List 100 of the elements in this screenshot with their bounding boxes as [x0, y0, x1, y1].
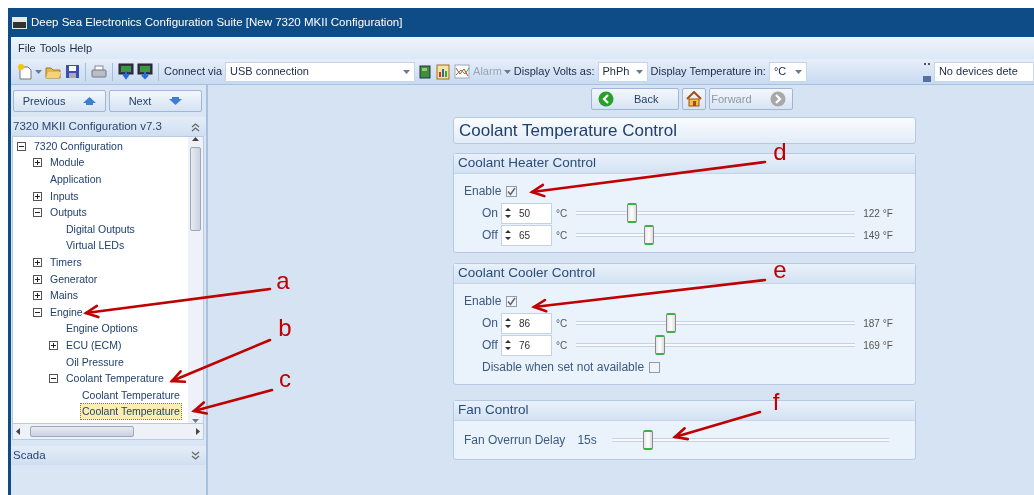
tree-item[interactable]: Application	[48, 171, 104, 188]
checkbox[interactable]	[506, 185, 518, 197]
chart-icon[interactable]	[454, 64, 471, 79]
arrow-left-icon	[598, 91, 614, 107]
fahrenheit-reading: 122 °F	[863, 206, 893, 221]
tree-item[interactable]: Module	[48, 154, 87, 172]
tree-item[interactable]: Engine	[48, 303, 85, 321]
collapse-toggle-icon[interactable]	[33, 307, 42, 317]
connect-via-label: Connect via	[164, 64, 223, 80]
spin-arrows-icon	[505, 207, 511, 219]
collapse-toggle-icon[interactable]	[17, 141, 26, 151]
number-spinner[interactable]: 86	[501, 312, 552, 334]
expand-toggle-icon[interactable]	[33, 191, 42, 201]
setpoint-label: Off	[482, 337, 499, 354]
number-spinner[interactable]: 50	[501, 202, 552, 224]
print-icon[interactable]	[91, 64, 107, 79]
collapse-toggle-icon[interactable]	[49, 374, 58, 384]
menu-item[interactable]: Tools	[39, 39, 66, 57]
volts-dropdown[interactable]: PhPh	[597, 61, 648, 82]
page-title: Coolant Temperature Control	[453, 117, 916, 144]
home-icon	[685, 91, 702, 107]
new-document-icon[interactable]	[18, 63, 32, 80]
tree-item[interactable]: Coolant Temperature	[80, 403, 182, 421]
checkbox-label: Enable	[464, 293, 502, 310]
expand-toggle-icon[interactable]	[49, 340, 58, 350]
panel-header: Scada	[13, 447, 46, 463]
temperature-dropdown[interactable]: °C	[768, 61, 807, 82]
book-icon[interactable]	[418, 64, 433, 79]
tree-item[interactable]: Inputs	[48, 187, 81, 205]
menu-item[interactable]: File	[18, 39, 36, 57]
tree-item[interactable]: Generator	[48, 270, 100, 288]
menu-item[interactable]: Help	[69, 39, 93, 57]
tree-item[interactable]: Engine Options	[64, 320, 140, 338]
caret-icon[interactable]	[35, 69, 42, 74]
tree-item[interactable]: Oil Pressure	[64, 353, 126, 371]
checkbox[interactable]	[649, 361, 661, 373]
expand-toggle-icon[interactable]	[33, 291, 42, 301]
spin-arrows-icon	[505, 339, 511, 351]
unit-label: °C	[556, 206, 568, 221]
annotation-label: e	[773, 258, 787, 282]
caret-icon	[635, 69, 643, 74]
tree-item[interactable]: Coolant Temperature	[80, 386, 182, 404]
setpoint-label: On	[482, 205, 499, 222]
spin-arrows-icon	[505, 229, 511, 241]
delay-value: 15s	[577, 432, 597, 449]
caret-icon	[794, 69, 802, 74]
scrollbar-thumb[interactable]	[30, 426, 134, 437]
chart-document-icon[interactable]	[435, 63, 452, 80]
slider-thumb[interactable]	[643, 225, 654, 245]
nav-button[interactable]: Back	[591, 88, 679, 110]
unit-label: °C	[556, 316, 568, 331]
scroll-left-icon[interactable]	[13, 428, 23, 435]
annotation-label: a	[276, 269, 290, 293]
tree-item[interactable]: ECU (ECM)	[64, 336, 124, 354]
temperature-label: Display Temperature in:	[650, 64, 766, 80]
tree-item[interactable]: Timers	[48, 253, 84, 271]
delay-label: Fan Overrun Delay	[464, 432, 566, 449]
connection-dropdown[interactable]: USB connection	[225, 61, 416, 82]
tree-item[interactable]: Digital Outputs	[64, 220, 137, 238]
tree-item[interactable]: Mains	[48, 287, 80, 305]
annotation-label: c	[279, 367, 291, 391]
toolbar-grip-icon[interactable]	[922, 60, 931, 83]
checkbox-label: Disable when set not available	[482, 359, 645, 376]
collapse-toggle-icon[interactable]	[33, 208, 42, 218]
number-spinner[interactable]: 65	[501, 224, 552, 246]
tree-item[interactable]: Virtual LEDs	[64, 237, 127, 255]
monitor-arrow-icon[interactable]	[137, 63, 153, 80]
collapse-icon[interactable]	[191, 121, 200, 132]
slider-thumb[interactable]	[666, 313, 677, 333]
volts-label: Display Volts as:	[513, 64, 595, 80]
fahrenheit-reading: 149 °F	[863, 228, 893, 243]
expand-icon[interactable]	[191, 450, 200, 461]
tree-item[interactable]: Outputs	[48, 204, 89, 222]
home-button[interactable]	[681, 88, 706, 110]
tree-item[interactable]: 7320 Configuration	[32, 137, 125, 155]
expand-toggle-icon[interactable]	[33, 274, 42, 284]
device-status-field: No devices dete	[933, 61, 1034, 82]
scrollbar-thumb[interactable]	[190, 147, 201, 231]
unit-label: °C	[556, 338, 568, 353]
checkbox[interactable]	[506, 295, 518, 307]
expand-toggle-icon[interactable]	[33, 158, 42, 168]
nav-button[interactable]: Next	[108, 90, 202, 112]
slider-thumb[interactable]	[654, 335, 665, 355]
setpoint-label: On	[482, 315, 499, 332]
fahrenheit-reading: 169 °F	[863, 338, 893, 353]
monitor-arrow-icon[interactable]	[118, 63, 134, 80]
checkbox-label: Enable	[464, 183, 502, 200]
panel-header: 7320 MKII Configuration v7.3	[13, 118, 162, 134]
slider-thumb[interactable]	[627, 203, 638, 223]
tree-item[interactable]: Coolant Temperature	[64, 370, 166, 388]
save-icon[interactable]	[65, 64, 80, 79]
scroll-right-icon[interactable]	[193, 428, 203, 435]
expand-toggle-icon[interactable]	[33, 257, 42, 267]
window-title: Deep Sea Electronics Configuration Suite [New 7320 MKII Configuration]	[31, 14, 403, 30]
nav-button[interactable]: Previous	[13, 90, 107, 112]
number-spinner[interactable]: 76	[501, 334, 552, 356]
setpoint-label: Off	[482, 227, 499, 244]
arrow-down-icon	[169, 97, 183, 105]
annotation-label: b	[278, 316, 292, 340]
slider-thumb[interactable]	[642, 430, 653, 450]
